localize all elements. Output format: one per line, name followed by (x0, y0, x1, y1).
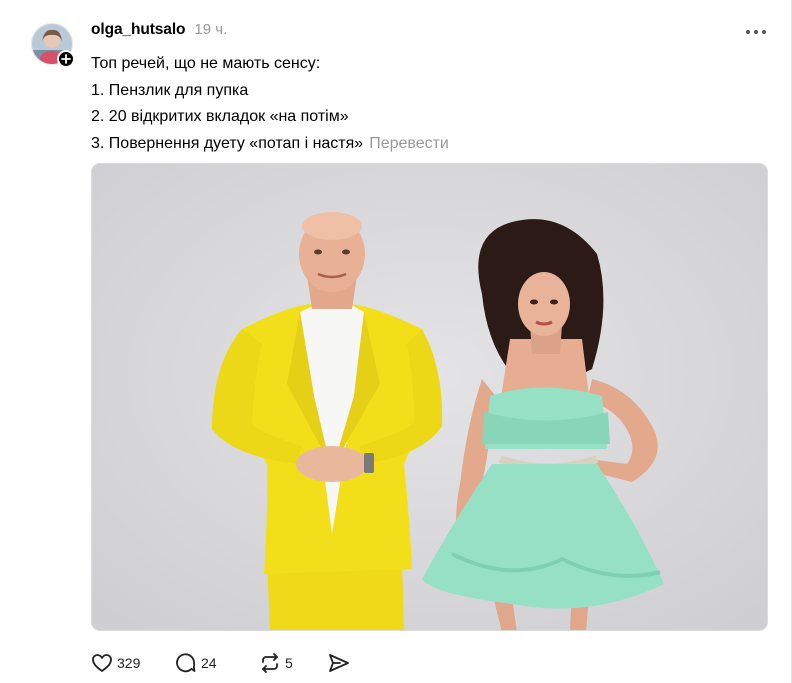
like-count: 329 (117, 655, 141, 671)
share-button[interactable] (327, 649, 357, 677)
plus-icon (61, 54, 71, 64)
thread-post: olga_hutsalo 19 ч. Топ речей, що не мают… (0, 0, 792, 683)
repost-button[interactable]: 5 (259, 649, 327, 677)
follow-button[interactable] (57, 50, 75, 68)
repost-icon (262, 653, 278, 673)
post-actions: 329 24 5 (91, 649, 357, 677)
more-horizontal-icon (746, 30, 766, 34)
comment-icon (176, 653, 196, 673)
post-line: 2. 20 відкритих вкладок «на потім» (91, 108, 349, 126)
repost-count: 5 (285, 655, 293, 671)
post-timestamp[interactable]: 19 ч. (194, 21, 227, 38)
post-line-last: 3. Повернення дуету «потап і настя» Перев… (91, 131, 751, 158)
post-line-text: 3. Повернення дуету «потап і настя» (91, 134, 364, 152)
post-line: 1. Пензлик для пупка (91, 81, 249, 99)
username[interactable]: olga_hutsalo (91, 21, 186, 39)
like-button[interactable]: 329 (91, 649, 175, 677)
reply-button[interactable]: 24 (175, 649, 259, 677)
post-line: Топ речей, що не мають сенсу: (91, 55, 321, 72)
translate-link[interactable]: Перевести (369, 135, 449, 152)
post-text: Топ речей, що не мають сенсу: 1. Пензлик… (91, 51, 751, 157)
more-options-button[interactable] (742, 24, 770, 40)
photo-illustration (92, 164, 767, 630)
heart-icon (92, 654, 112, 672)
post-header: olga_hutsalo 19 ч. (91, 21, 227, 43)
post-image[interactable] (91, 163, 768, 631)
reply-count: 24 (201, 655, 217, 671)
send-icon (329, 654, 349, 672)
avatar-container[interactable] (31, 23, 75, 68)
